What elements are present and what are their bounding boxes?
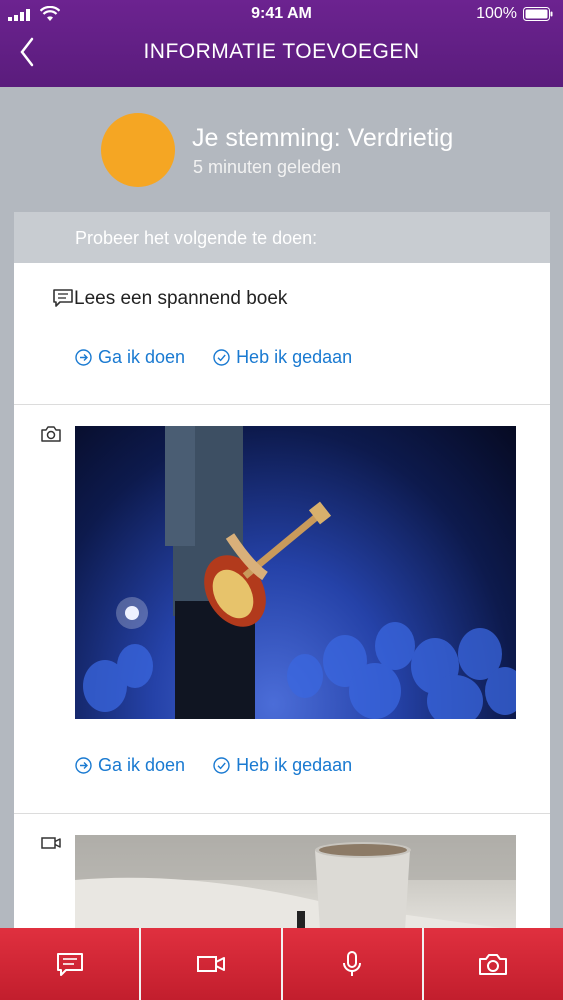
go-do-label: Ga ik doen [98, 346, 186, 367]
mood-indicator [101, 113, 175, 187]
app-header: 9:41 AM 100% INFORMATIE TOEVOEGEN [0, 0, 563, 87]
video-icon [196, 956, 225, 972]
coffee-cup-photo [75, 835, 516, 928]
done-button[interactable]: Heb ik gedaan [213, 753, 352, 777]
go-do-button[interactable]: Ga ik doen [75, 345, 185, 369]
arrow-circle-icon [75, 348, 92, 366]
toolbar-microphone-button[interactable] [280, 928, 422, 1000]
guitarist-concert-photo [75, 426, 516, 719]
suggestion-actions: Ga ik doen Heb ik gedaan [75, 345, 352, 369]
coffee-cup-illustration [75, 835, 516, 928]
suggestion-item-video [14, 813, 550, 928]
concert-illustration [83, 426, 516, 719]
go-do-button[interactable]: Ga ik doen [75, 753, 185, 777]
suggestions-heading: Probeer het volgende te doen: [14, 212, 550, 263]
suggestions-panel: Probeer het volgende te doen: Lees een s… [14, 212, 550, 928]
suggestions-heading-text: Probeer het volgende te doen: [75, 228, 318, 248]
check-circle-icon [213, 756, 230, 774]
arrow-circle-icon [75, 756, 92, 774]
mood-title: Je stemming: Verdrietig [192, 124, 454, 152]
done-button[interactable]: Heb ik gedaan [213, 345, 352, 369]
toolbar-chat-button[interactable] [0, 928, 140, 1000]
battery-icon [523, 7, 553, 21]
microphone-icon [343, 951, 362, 976]
suggestion-item-text: Lees een spannend boek Ga ik doen Heb ik… [14, 263, 550, 405]
video-icon [41, 837, 61, 849]
page-title: INFORMATIE TOEVOEGEN [143, 40, 420, 63]
camera-icon [41, 426, 61, 442]
done-label: Heb ik gedaan [236, 346, 353, 367]
done-label: Heb ik gedaan [236, 754, 353, 775]
go-do-label: Ga ik doen [98, 754, 186, 775]
battery-percentage: 100% [476, 5, 517, 22]
bottom-toolbar [0, 928, 563, 1000]
chat-icon [56, 953, 83, 976]
suggestion-actions: Ga ik doen Heb ik gedaan [75, 753, 352, 777]
camera-icon [479, 954, 508, 975]
suggestion-item-photo: Ga ik doen Heb ik gedaan [14, 404, 550, 814]
mood-summary: Je stemming: Verdrietig 5 minuten gelede… [0, 87, 563, 212]
chat-icon [53, 289, 73, 307]
check-circle-icon [213, 348, 230, 366]
toolbar-video-button[interactable] [139, 928, 281, 1000]
toolbar-camera-button[interactable] [421, 928, 563, 1000]
mood-timestamp: 5 minuten geleden [193, 157, 342, 177]
status-bar: 9:41 AM 100% [0, 0, 563, 30]
suggestion-text: Lees een spannend boek [74, 288, 288, 309]
